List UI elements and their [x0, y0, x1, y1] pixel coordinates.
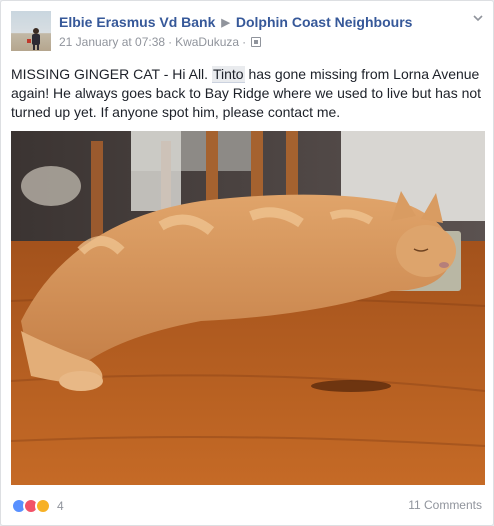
cat-photo-illustration [11, 131, 485, 485]
triangle-right-icon: ▶ [221, 17, 230, 29]
meta-separator: · [242, 35, 247, 49]
post-header: Elbie Erasmus Vd Bank ▶ Dolphin Coast Neig… [11, 11, 485, 55]
comments-count-link[interactable]: 11 Comments [408, 498, 482, 512]
author-avatar[interactable] [11, 11, 51, 51]
group-name-link[interactable]: Dolphin Coast Neighbours [236, 14, 413, 30]
avatar-accent [27, 39, 31, 43]
author-name-link[interactable]: Elbie Erasmus Vd Bank [59, 14, 215, 30]
author-group-line: Elbie Erasmus Vd Bank ▶ Dolphin Coast Neig… [59, 14, 412, 32]
feed-post-card: Elbie Erasmus Vd Bank ▶ Dolphin Coast Neig… [0, 0, 494, 526]
meta-separator: · [168, 35, 173, 49]
reactions-summary[interactable]: 4 [11, 497, 64, 515]
tagged-name-tinto[interactable]: Tinto [211, 66, 245, 83]
post-message: MISSING GINGER CAT - Hi All. Tinto has g… [11, 65, 485, 122]
post-options-button[interactable] [471, 11, 485, 25]
group-audience-icon[interactable] [251, 37, 262, 47]
avatar-figure-leg [37, 44, 39, 50]
chevron-down-icon [473, 15, 483, 22]
avatar-figure-leg [33, 44, 35, 50]
wow-reaction-icon [35, 498, 51, 514]
post-timestamp[interactable]: 21 January at 07:38 [59, 35, 165, 49]
post-text-before-tag: MISSING GINGER CAT - Hi All. [11, 66, 212, 82]
post-meta: 21 January at 07:38 · KwaDukuza · [59, 35, 262, 49]
post-photo[interactable] [11, 131, 485, 485]
reaction-count[interactable]: 4 [57, 499, 64, 513]
post-location[interactable]: KwaDukuza [175, 35, 239, 49]
